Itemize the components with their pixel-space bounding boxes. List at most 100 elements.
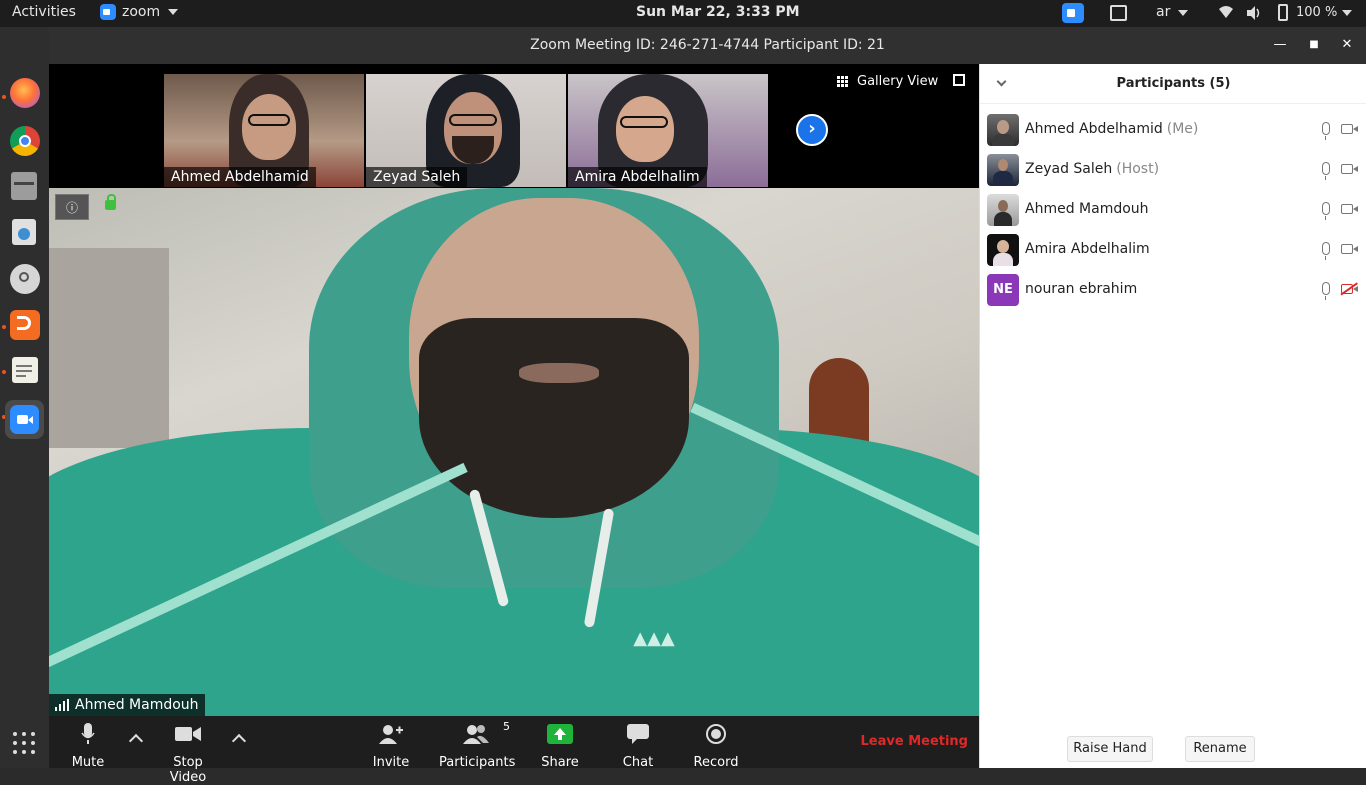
audio-options-caret-icon[interactable] <box>128 733 144 749</box>
chat-button[interactable]: Chat <box>621 722 655 770</box>
participant-row[interactable]: Ahmed Abdelhamid (Me) <box>980 110 1366 150</box>
signal-strength-icon <box>55 699 69 711</box>
gallery-view-button[interactable]: Gallery View <box>837 74 938 89</box>
video-feed <box>449 114 497 126</box>
thumbnail-name: Ahmed Abdelhamid <box>164 167 316 187</box>
lock-icon[interactable] <box>105 194 116 210</box>
avatar: NE <box>987 274 1019 306</box>
zoom-tray-icon[interactable] <box>1062 3 1084 23</box>
mute-button[interactable]: Mute <box>69 722 107 770</box>
participant-thumbnail[interactable]: Ahmed Abdelhamid <box>164 74 364 187</box>
app-menu[interactable]: zoom <box>100 4 179 20</box>
invite-button[interactable]: Invite <box>371 722 411 770</box>
minimize-button[interactable]: — <box>1272 37 1288 53</box>
rename-button[interactable]: Rename <box>1185 736 1255 762</box>
panel-header: Participants (5) <box>980 64 1366 104</box>
raise-hand-button[interactable]: Raise Hand <box>1067 736 1153 762</box>
participant-name: Amira Abdelhalim <box>1025 241 1150 257</box>
participant-row[interactable]: NE nouran ebrahim <box>980 270 1366 310</box>
window-title-bar: Zoom Meeting ID: 246-271-4744 Participan… <box>49 27 1366 64</box>
wifi-icon[interactable] <box>1218 5 1234 19</box>
participants-count-badge: 5 <box>503 720 510 733</box>
video-camera-icon <box>1341 244 1358 254</box>
participant-name: Zeyad Saleh (Host) <box>1025 161 1160 177</box>
app-menu-label: zoom <box>122 4 161 20</box>
participant-row[interactable]: Amira Abdelhalim <box>980 230 1366 270</box>
thumbnail-name: Zeyad Saleh <box>366 167 468 187</box>
next-page-button[interactable]: › <box>796 114 828 146</box>
participant-name: Ahmed Abdelhamid (Me) <box>1025 121 1199 137</box>
participants-button[interactable]: Participants <box>439 722 515 770</box>
participants-panel: Participants (5) Ahmed Abdelhamid (Me) Ze… <box>979 64 1366 768</box>
thumbnail-name: Amira Abdelhalim <box>568 167 707 187</box>
participant-thumbnail[interactable]: Amira Abdelhalim <box>568 74 768 187</box>
battery-icon[interactable] <box>1278 4 1288 21</box>
gallery-view-label: Gallery View <box>857 74 939 89</box>
active-speaker-name: Ahmed Mamdouh <box>75 697 199 713</box>
volume-icon[interactable] <box>1246 5 1262 21</box>
participant-thumbnail[interactable]: Zeyad Saleh <box>366 74 566 187</box>
video-feed <box>248 114 290 126</box>
zoom-app-icon <box>100 4 116 20</box>
running-indicator <box>2 95 6 99</box>
video-options-caret-icon[interactable] <box>231 733 247 749</box>
close-button[interactable]: ✕ <box>1339 37 1355 53</box>
record-icon <box>693 722 739 746</box>
video-feed <box>519 363 599 383</box>
video-feed <box>242 94 296 160</box>
stop-video-button[interactable]: Stop Video <box>153 722 223 785</box>
avatar-initials: NE <box>993 282 1013 297</box>
meeting-toolbar: Mute Stop Video Invite Participants 5 Sh… <box>49 716 979 785</box>
leave-meeting-button[interactable]: Leave Meeting <box>861 734 969 749</box>
zoom-dock-icon[interactable] <box>5 400 44 439</box>
video-feed <box>419 318 689 518</box>
add-user-icon <box>371 722 411 746</box>
active-speaker-label: Ahmed Mamdouh <box>49 694 205 716</box>
microphone-icon <box>1322 242 1330 260</box>
avatar <box>987 234 1019 266</box>
video-camera-icon <box>1341 204 1358 214</box>
show-applications-icon[interactable] <box>13 732 35 754</box>
video-camera-icon <box>1341 124 1358 134</box>
panel-title: Participants (5) <box>1116 76 1231 91</box>
active-speaker-video: ▲▲▲ <box>49 188 979 716</box>
activities-button[interactable]: Activities <box>12 4 76 20</box>
microphone-icon <box>69 722 107 746</box>
notes-tray-icon[interactable] <box>1110 5 1127 21</box>
keyboard-layout[interactable]: ar <box>1156 4 1170 20</box>
video-camera-icon <box>153 722 223 746</box>
stop-video-label: Stop Video <box>169 755 207 785</box>
battery-percentage: 100 % <box>1296 5 1338 20</box>
dock <box>0 27 49 768</box>
participant-row[interactable]: Ahmed Mamdouh <box>980 190 1366 230</box>
video-camera-icon <box>1341 164 1358 174</box>
info-icon[interactable]: ⓘ <box>55 194 89 220</box>
firefox-icon[interactable] <box>10 78 40 108</box>
files-icon[interactable] <box>11 172 37 200</box>
microphone-icon <box>1322 162 1330 180</box>
participant-row[interactable]: Zeyad Saleh (Host) <box>980 150 1366 190</box>
avatar <box>987 154 1019 186</box>
text-editor-icon[interactable] <box>12 357 38 383</box>
software-store-icon[interactable] <box>12 219 36 245</box>
grid-icon <box>837 75 849 88</box>
clock[interactable]: Sun Mar 22, 3:33 PM <box>636 4 800 20</box>
system-menu-caret-icon[interactable] <box>1342 10 1352 16</box>
record-button[interactable]: Record <box>693 722 739 770</box>
adidas-logo-icon: ▲▲▲ <box>633 628 675 649</box>
fullscreen-icon[interactable] <box>953 74 965 86</box>
video-area: Ahmed Abdelhamid Zeyad Saleh Amira Abdel… <box>49 64 979 716</box>
video-feed <box>49 248 169 448</box>
search-icon[interactable] <box>10 264 40 294</box>
chat-bubble-icon <box>621 722 655 746</box>
video-feed <box>620 116 668 128</box>
presentation-app-icon[interactable] <box>10 310 40 340</box>
thumbnail-strip: Ahmed Abdelhamid Zeyad Saleh Amira Abdel… <box>49 64 979 188</box>
running-indicator <box>2 325 6 329</box>
chrome-icon[interactable] <box>10 126 40 156</box>
share-button[interactable]: Share <box>541 722 579 770</box>
maximize-button[interactable]: ■ <box>1306 37 1322 53</box>
window-title: Zoom Meeting ID: 246-271-4744 Participan… <box>530 37 885 53</box>
avatar <box>987 194 1019 226</box>
running-indicator <box>2 370 6 374</box>
